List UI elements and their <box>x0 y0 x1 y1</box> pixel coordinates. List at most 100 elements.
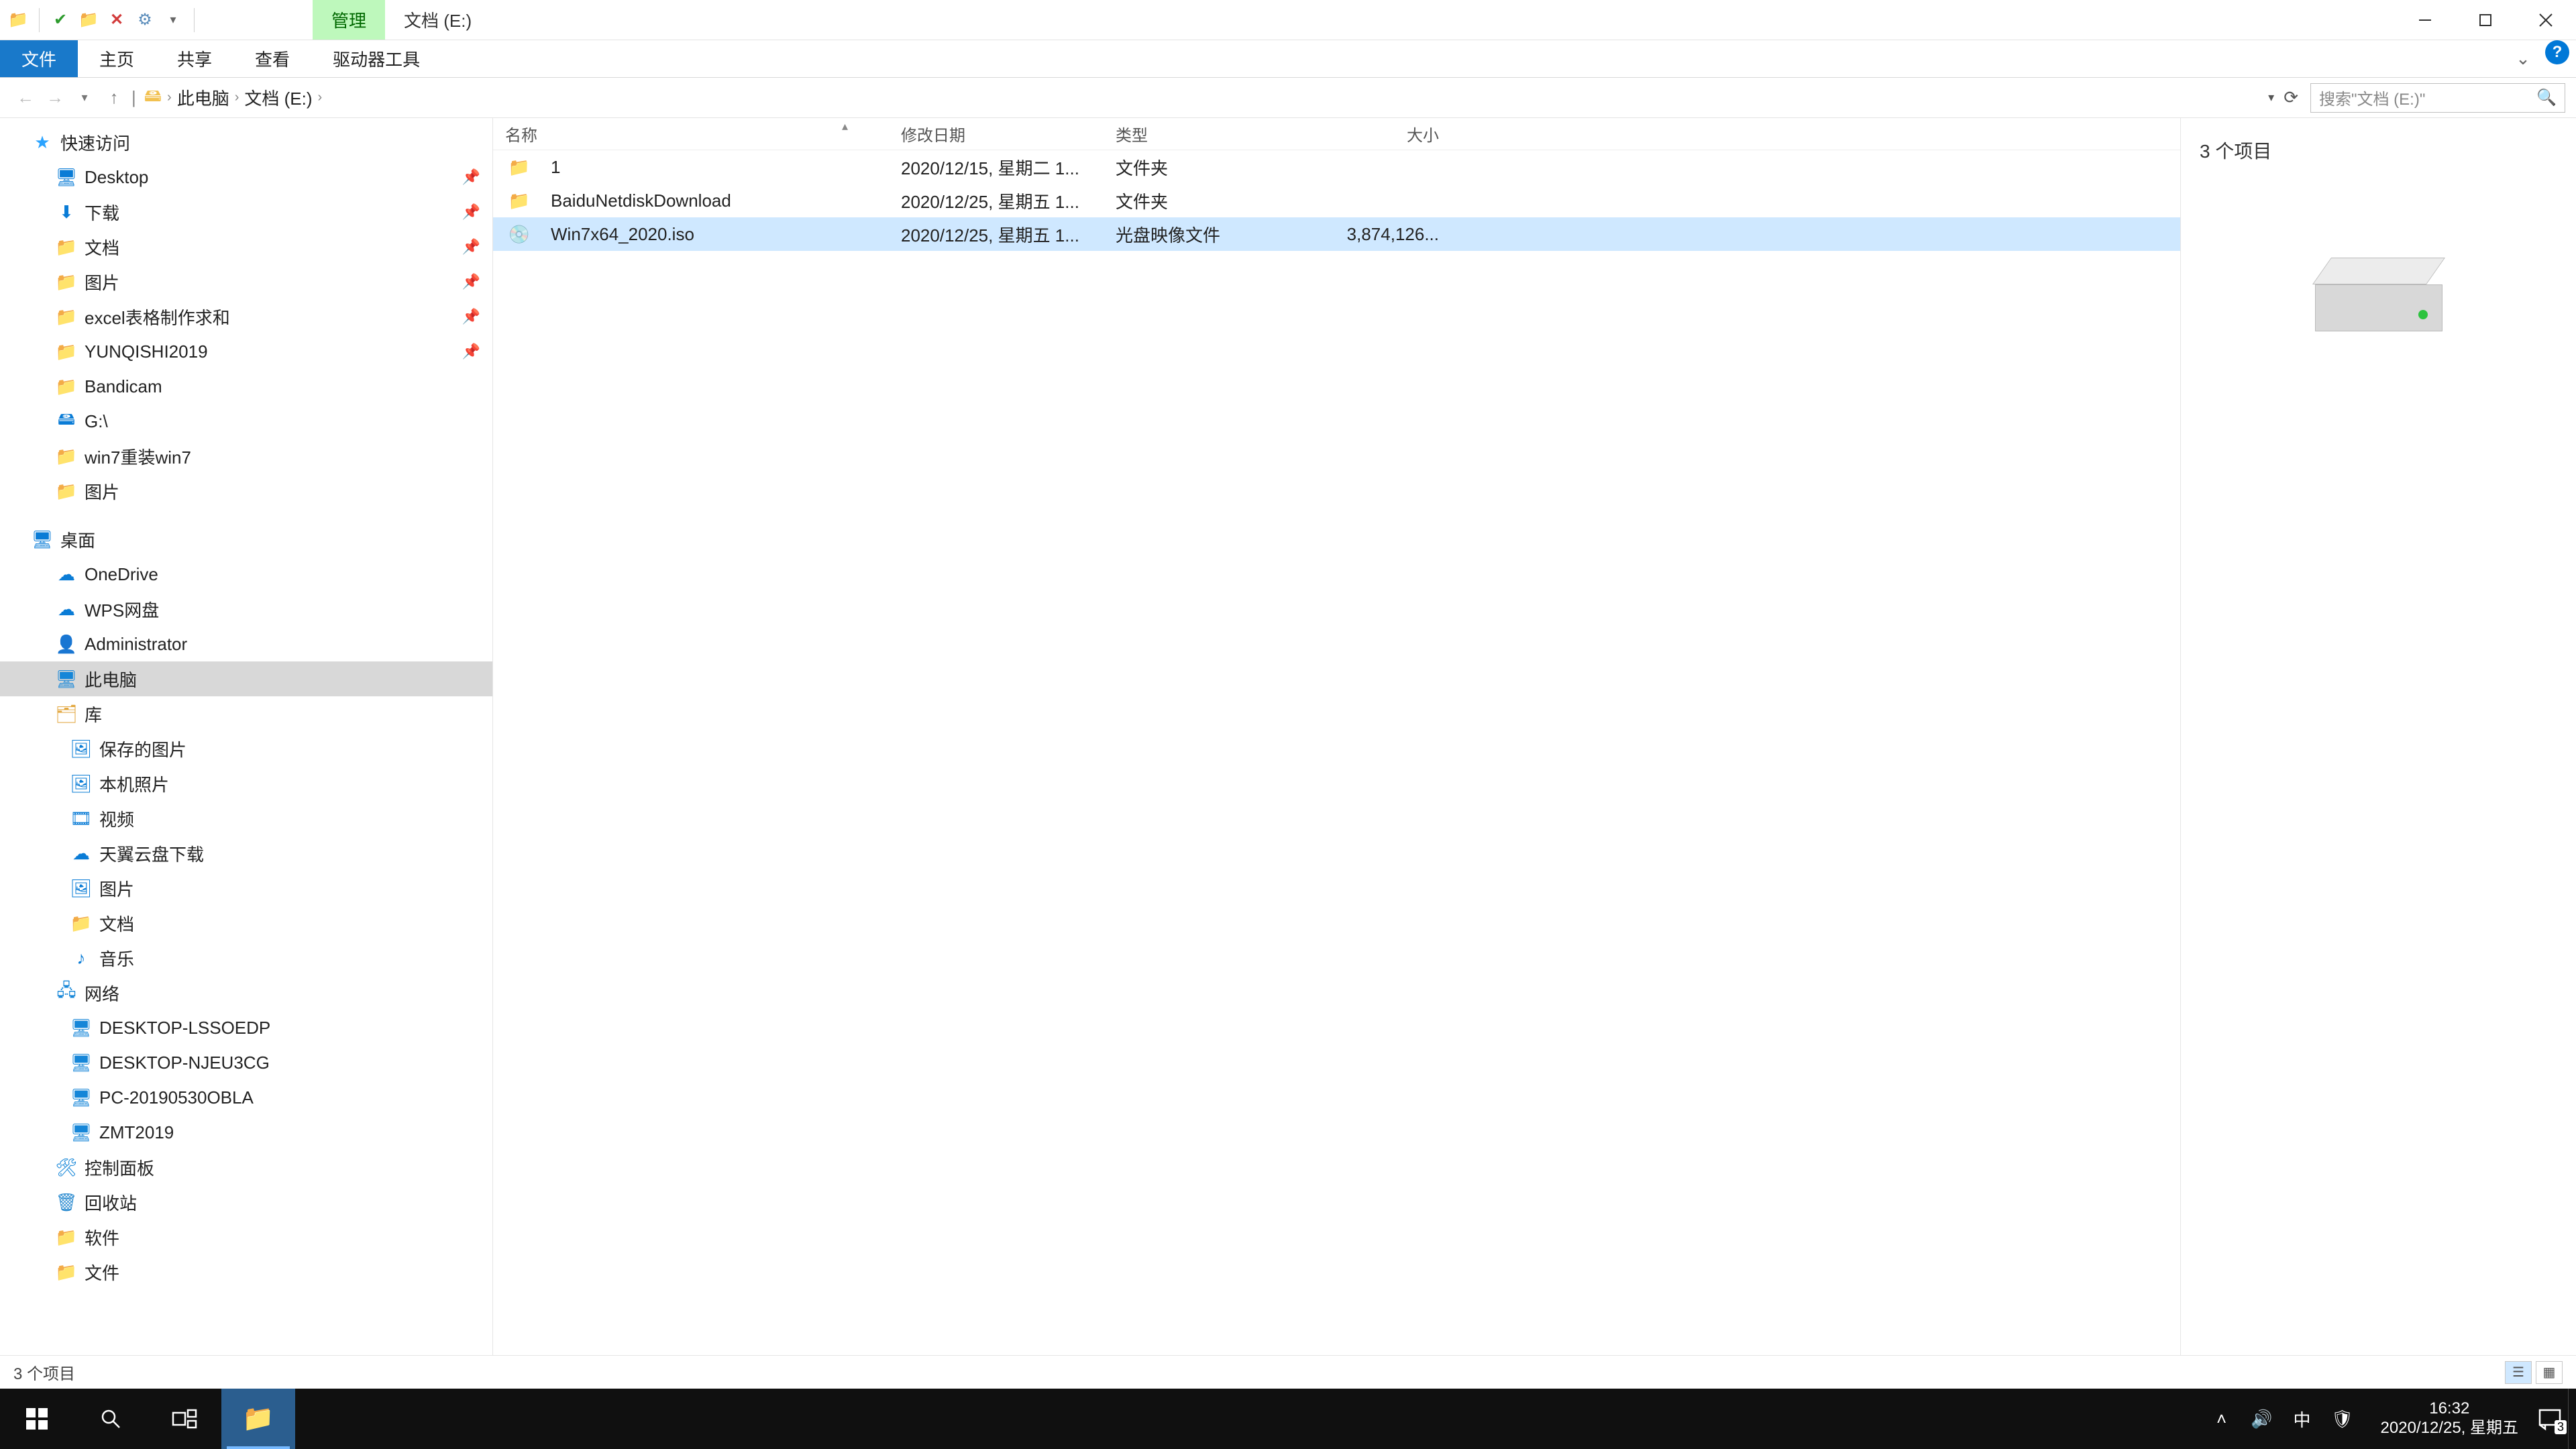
ime-indicator[interactable]: 中 <box>2291 1407 2314 1432</box>
tree-folder[interactable]: 📁软件 <box>0 1220 492 1254</box>
ribbon-tab-view[interactable]: 查看 <box>233 40 311 77</box>
tree-network-item[interactable]: 🖥PC-20190530OBLA <box>0 1080 492 1115</box>
tree-quick-item[interactable]: ⬇下载📌 <box>0 195 492 229</box>
back-button[interactable]: ← <box>11 83 40 113</box>
tree-network-item[interactable]: 🖥DESKTOP-NJEU3CG <box>0 1045 492 1080</box>
taskbar-app-explorer[interactable]: 📁 <box>221 1389 295 1449</box>
tree-lib-item[interactable]: 🖼保存的图片 <box>0 731 492 766</box>
volume-icon[interactable]: 🔊 <box>2251 1409 2273 1430</box>
show-desktop-button[interactable] <box>2568 1389 2576 1449</box>
tree-folder[interactable]: 📁文件 <box>0 1254 492 1289</box>
pc-icon: 🖥 <box>56 669 76 689</box>
column-date[interactable]: 修改日期 <box>889 122 1104 146</box>
tree-onedrive[interactable]: ☁OneDrive <box>0 557 492 592</box>
tree-quick-item[interactable]: 📁图片📌 <box>0 264 492 299</box>
task-view-button[interactable] <box>148 1389 221 1449</box>
tree-lib-item[interactable]: ☁天翼云盘下载 <box>0 836 492 871</box>
folder-icon: 📁 <box>56 481 76 501</box>
pin-icon[interactable]: 📌 <box>462 238 480 256</box>
tree-quick-item[interactable]: 🖥Desktop📌 <box>0 160 492 195</box>
tree-quick-item[interactable]: 📁图片 <box>0 474 492 508</box>
tray-overflow-icon[interactable]: ˄ <box>2210 1409 2233 1430</box>
qat-dropdown-icon[interactable]: ▾ <box>162 9 184 32</box>
chevron-right-icon[interactable]: › <box>318 90 323 105</box>
tree-quick-item[interactable]: 📁文档📌 <box>0 229 492 264</box>
tree-user[interactable]: 👤Administrator <box>0 627 492 661</box>
qat-delete-icon[interactable]: ✕ <box>105 9 128 32</box>
pin-icon[interactable]: 📌 <box>462 343 480 360</box>
tree-quick-item[interactable]: 📁Bandicam <box>0 369 492 404</box>
tree-lib-item[interactable]: 🖼本机照片 <box>0 766 492 801</box>
qat-settings-icon[interactable]: ⚙ <box>133 9 156 32</box>
file-row[interactable]: 📁 1 2020/12/15, 星期二 1... 文件夹 <box>493 150 2180 184</box>
ribbon-collapse-icon[interactable]: ⌄ <box>2506 40 2540 77</box>
file-row[interactable]: 📁 BaiduNetdiskDownload 2020/12/25, 星期五 1… <box>493 184 2180 217</box>
details-view-button[interactable]: ☰ <box>2505 1361 2532 1384</box>
tree-control-panel[interactable]: 🛠控制面板 <box>0 1150 492 1185</box>
tree-label: OneDrive <box>85 564 158 585</box>
file-row[interactable]: 💿 Win7x64_2020.iso 2020/12/25, 星期五 1... … <box>493 217 2180 251</box>
tree-wps[interactable]: ☁WPS网盘 <box>0 592 492 627</box>
search-button[interactable] <box>74 1389 148 1449</box>
ribbon-tab-home[interactable]: 主页 <box>78 40 156 77</box>
action-center-button[interactable]: 3 <box>2532 1401 2568 1437</box>
start-button[interactable] <box>0 1389 74 1449</box>
file-list[interactable]: 名称 ▴ 修改日期 类型 大小 📁 1 2020/12/15, 星期二 1...… <box>493 118 2180 1355</box>
tree-label: G:\ <box>85 411 108 432</box>
disc-image-icon: 💿 <box>509 224 529 244</box>
forward-button[interactable]: → <box>40 83 70 113</box>
breadcrumb-segment[interactable]: 此电脑 <box>177 85 229 110</box>
qat-properties-icon[interactable]: ✔ <box>49 9 72 32</box>
context-tab-manage[interactable]: 管理 <box>313 0 385 40</box>
minimize-button[interactable] <box>2395 0 2455 40</box>
tree-lib-item[interactable]: ♪音乐 <box>0 941 492 975</box>
recent-locations-dropdown[interactable]: ▾ <box>70 83 99 113</box>
qat-new-folder-icon[interactable]: 📁 <box>77 9 100 32</box>
tree-quick-item[interactable]: 🖴G:\ <box>0 404 492 439</box>
address-dropdown-icon[interactable]: ▾ <box>2268 91 2274 105</box>
ribbon: 文件 主页 共享 查看 驱动器工具 ⌄ ? <box>0 40 2576 78</box>
column-name[interactable]: 名称 <box>493 122 889 146</box>
pin-icon[interactable]: 📌 <box>462 308 480 325</box>
pin-icon[interactable]: 📌 <box>462 168 480 186</box>
tree-network-item[interactable]: 🖥DESKTOP-LSSOEDP <box>0 1010 492 1045</box>
tree-lib-item[interactable]: 🖼图片 <box>0 871 492 906</box>
breadcrumb[interactable]: 🖴 › 此电脑 › 文档 (E:) › <box>144 83 2256 113</box>
close-button[interactable] <box>2516 0 2576 40</box>
chevron-right-icon[interactable]: › <box>167 90 172 105</box>
chevron-right-icon[interactable]: › <box>235 90 239 105</box>
tree-quick-access[interactable]: ★ 快速访问 <box>0 125 492 160</box>
column-type[interactable]: 类型 <box>1104 122 1285 146</box>
tree-network-item[interactable]: 🖥ZMT2019 <box>0 1115 492 1150</box>
up-button[interactable]: ↑ <box>99 83 129 113</box>
tree-quick-item[interactable]: 📁excel表格制作求和📌 <box>0 299 492 334</box>
pin-icon[interactable]: 📌 <box>462 273 480 290</box>
tree-lib-item[interactable]: 🎞视频 <box>0 801 492 836</box>
ribbon-tab-drive-tools[interactable]: 驱动器工具 <box>311 40 441 77</box>
search-input[interactable]: 搜索"文档 (E:)" 🔍 <box>2310 83 2565 113</box>
maximize-button[interactable] <box>2455 0 2516 40</box>
tree-network[interactable]: 🖧网络 <box>0 975 492 1010</box>
taskbar[interactable]: 📁 ˄ 🔊 中 🛡 16:32 2020/12/25, 星期五 3 <box>0 1389 2576 1449</box>
help-icon[interactable]: ? <box>2545 40 2569 64</box>
tree-this-pc[interactable]: 🖥此电脑 <box>0 661 492 696</box>
pin-icon[interactable]: 📌 <box>462 203 480 221</box>
security-icon[interactable]: 🛡 <box>2331 1409 2354 1430</box>
tree-lib-item[interactable]: 📁文档 <box>0 906 492 941</box>
tree-quick-item[interactable]: 📁win7重装win7 <box>0 439 492 474</box>
refresh-icon[interactable]: ⟳ <box>2284 87 2298 108</box>
search-icon[interactable]: 🔍 <box>2536 88 2557 107</box>
tree-desktop[interactable]: 🖥桌面 <box>0 522 492 557</box>
navigation-pane[interactable]: ★ 快速访问 🖥Desktop📌 ⬇下载📌 📁文档📌 📁图片📌 📁excel表格… <box>0 118 493 1355</box>
breadcrumb-segment[interactable]: 文档 (E:) <box>244 85 312 110</box>
tree-quick-item[interactable]: 📁YUNQISHI2019📌 <box>0 334 492 369</box>
icons-view-button[interactable]: ▦ <box>2536 1361 2563 1384</box>
ribbon-tab-file[interactable]: 文件 <box>0 40 78 77</box>
column-size[interactable]: 大小 <box>1285 122 1459 146</box>
taskbar-clock[interactable]: 16:32 2020/12/25, 星期五 <box>2367 1399 2532 1438</box>
recycle-icon: 🗑 <box>56 1192 76 1212</box>
qat-app-icon[interactable]: 📁 <box>7 9 30 32</box>
tree-libraries[interactable]: 🗂库 <box>0 696 492 731</box>
ribbon-tab-share[interactable]: 共享 <box>156 40 233 77</box>
tree-recycle-bin[interactable]: 🗑回收站 <box>0 1185 492 1220</box>
